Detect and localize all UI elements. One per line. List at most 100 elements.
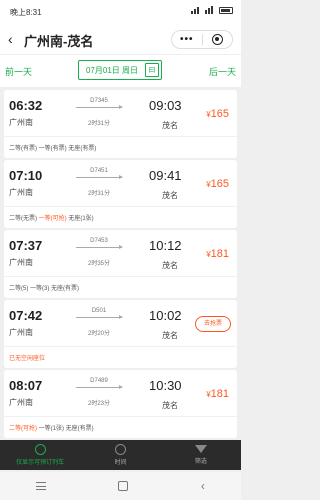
seat-class: 一等(1张) (37, 426, 66, 432)
travel-duration: 2时31分 (87, 121, 110, 127)
seat-availability: 二等(可抢) 一等(1张) 无座(有票) (9, 423, 94, 432)
back-arrow-icon[interactable]: ‹ (8, 32, 20, 46)
price-value: 165 (210, 108, 229, 120)
date-selector[interactable]: 07月01日 周日 曰 (78, 60, 162, 80)
price-value: 181 (210, 248, 229, 260)
departure-time: 08:07 (9, 378, 43, 393)
card-divider (4, 136, 237, 137)
sort-time-button[interactable]: 时间 (80, 440, 160, 470)
seat-availability: 二等(5) 一等(3) 无座(有票) (9, 283, 79, 292)
train-card[interactable]: 07:37 广州南 D7453 2时35分 10:12 茂名 ¥181 二等(5) 一等(3)… (4, 230, 237, 298)
date-bar: 前一天 07月01日 周日 曰 后一天 (0, 54, 241, 87)
only-bookable-toggle[interactable]: 仅显示可预订列车 (0, 440, 80, 470)
seat-class: 无座(有票) (65, 426, 94, 432)
price-value: 181 (210, 388, 229, 400)
train-number: D7345 (90, 98, 108, 104)
miniprogram-capsule: ••• (171, 30, 233, 49)
departure-time: 06:32 (9, 98, 43, 113)
ticket-price: ¥181 (206, 248, 229, 260)
route-arrow-icon (76, 175, 123, 179)
departure-time: 07:42 (9, 308, 43, 323)
filter-button[interactable]: 筛选 (161, 440, 241, 470)
departure-time: 07:37 (9, 238, 43, 253)
close-miniprogram-button[interactable] (203, 34, 233, 45)
next-day-button[interactable]: 后一天 (209, 65, 236, 78)
departure-station: 广州南 (9, 118, 33, 127)
route-arrow-icon (76, 245, 123, 249)
system-nav-bar: ‹ (0, 472, 241, 500)
seat-class: 二等(有票) (9, 146, 37, 152)
arrival-station: 茂名 (162, 191, 178, 200)
seat-class: 无座(1张) (68, 216, 94, 222)
ticket-price: ¥181 (206, 388, 229, 400)
filter-label: 筛选 (194, 459, 207, 465)
arrival-time: 09:03 (149, 98, 182, 113)
ticket-price: ¥165 (206, 108, 229, 120)
travel-duration: 2时20分 (87, 331, 110, 337)
page-title: 广州南-茂名 (24, 34, 94, 49)
arrival-station: 茂名 (162, 261, 178, 270)
train-card[interactable]: 08:07 广州南 D7489 2时23分 10:30 茂名 ¥181 二等(可抢) 一等(1… (4, 370, 237, 438)
seat-class: 已无空闲座位 (9, 356, 46, 362)
card-divider (4, 276, 237, 277)
departure-station: 广州南 (9, 188, 33, 197)
grab-ticket-button[interactable]: 去抢票 (195, 316, 231, 332)
status-bar: 晚上8:31 (0, 0, 241, 24)
only-bookable-label: 仅显示可预订列车 (16, 460, 65, 466)
title-bar: ‹ 广州南-茂名 ••• (0, 24, 241, 54)
seat-class: 无座(有票) (51, 286, 80, 292)
clock-icon (114, 444, 126, 455)
seat-class: 二等(可抢) (9, 426, 37, 432)
travel-duration: 2时23分 (87, 401, 110, 407)
departure-station: 广州南 (9, 328, 33, 337)
check-circle-icon (34, 444, 46, 455)
ticket-price: ¥165 (206, 178, 229, 190)
route-arrow-icon (76, 385, 123, 389)
departure-time: 07:10 (9, 168, 43, 183)
train-card[interactable]: 07:10 广州南 D7451 2时31分 09:41 茂名 ¥165 二等(无票) 一等(可… (4, 160, 237, 228)
arrival-station: 茂名 (162, 401, 178, 410)
departure-station: 广州南 (9, 258, 33, 267)
seat-availability: 二等(无票) 一等(可抢) 无座(1张) (9, 213, 94, 222)
arrival-station: 茂名 (162, 331, 178, 340)
route-arrow-icon (76, 315, 123, 319)
arrival-time: 09:41 (149, 168, 182, 183)
wifi-icon (205, 6, 215, 14)
seat-class: 二等(5) (9, 286, 29, 292)
travel-duration: 2时31分 (87, 191, 110, 197)
travel-duration: 2时35分 (87, 261, 110, 267)
prev-day-button[interactable]: 前一天 (5, 65, 32, 78)
arrival-time: 10:30 (149, 378, 182, 393)
price-value: 165 (210, 178, 229, 190)
seat-class: 一等(有票) (37, 146, 69, 152)
route-arrow-icon (76, 105, 123, 109)
target-circle-icon (211, 34, 223, 45)
departure-station: 广州南 (9, 398, 33, 407)
train-card[interactable]: 06:32 广州南 D7345 2时31分 09:03 茂名 ¥165 二等(有票) 一等(有… (4, 90, 237, 158)
battery-icon (219, 6, 233, 14)
sort-time-label: 时间 (114, 460, 127, 466)
seat-class: 一等(可抢) (37, 216, 69, 222)
home-icon[interactable] (118, 481, 129, 491)
status-time: 晚上8:31 (10, 8, 42, 17)
menu-icon[interactable] (36, 482, 47, 490)
train-number: D7451 (90, 168, 108, 174)
bottom-toolbar: 仅显示可预订列车 时间 筛选 (0, 440, 241, 470)
card-divider (4, 416, 237, 417)
more-menu-button[interactable]: ••• (172, 31, 202, 48)
card-divider (4, 346, 237, 347)
train-number: D7453 (90, 238, 108, 244)
card-divider (4, 206, 237, 207)
seat-class: 二等(无票) (9, 216, 37, 222)
seat-class: 一等(3) (28, 286, 52, 292)
seat-class: 无座(有票) (68, 146, 97, 152)
signal-icon (191, 6, 201, 14)
arrival-time: 10:12 (149, 238, 182, 253)
back-icon[interactable]: ‹ (201, 480, 205, 492)
train-number: D7489 (90, 378, 108, 384)
arrival-time: 10:02 (149, 308, 182, 323)
calendar-icon: 曰 (145, 63, 159, 77)
seat-availability: 二等(有票) 一等(有票) 无座(有票) (9, 143, 96, 152)
seat-availability: 已无空闲座位 (9, 353, 45, 362)
train-card[interactable]: 07:42 广州南 D501 2时20分 10:02 茂名 去抢票 已无空闲座位 (4, 300, 237, 368)
